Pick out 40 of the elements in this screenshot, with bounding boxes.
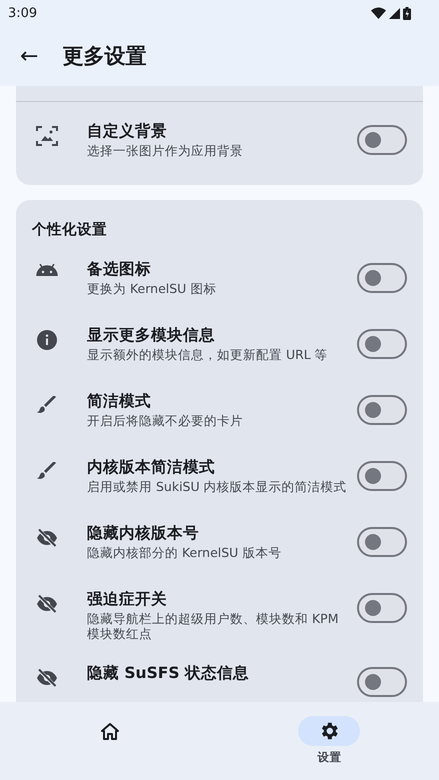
setting-title: 隐藏内核版本号 — [87, 523, 200, 544]
setting-title: 隐藏 SuSFS 状态信息 — [87, 663, 250, 684]
setting-title: 显示更多模块信息 — [87, 325, 216, 346]
toggle-switch[interactable] — [357, 125, 407, 155]
toggle-switch[interactable] — [357, 527, 407, 557]
setting-description: 选择一张图片作为应用背景 — [87, 143, 244, 158]
eye-off-icon — [36, 528, 58, 548]
toggle-switch[interactable] — [357, 667, 407, 697]
setting-description: 更换为 KernelSU 图标 — [87, 281, 218, 296]
toggle-switch[interactable] — [357, 395, 407, 425]
brush-icon — [37, 462, 57, 480]
setting-title: 简洁模式 — [87, 391, 152, 412]
toggle-switch[interactable] — [357, 461, 407, 491]
setting-title: 备选图标 — [87, 259, 152, 280]
page-title: 更多设置 — [62, 43, 146, 70]
toggle-switch[interactable] — [357, 263, 407, 293]
setting-description: 隐藏内核部分的 KernelSU 版本号 — [87, 545, 282, 560]
wifi-icon — [371, 7, 386, 19]
setting-description: 隐藏导航栏上的超级用户数、模块数和 KPM 模块数红点 — [87, 611, 340, 641]
toggle-switch[interactable] — [357, 329, 407, 359]
battery-icon — [403, 6, 411, 20]
status-time: 3:09 — [8, 6, 38, 20]
android-icon — [36, 264, 58, 276]
info-icon — [37, 330, 57, 350]
eye-off-icon — [36, 594, 58, 614]
setting-title: 强迫症开关 — [87, 589, 168, 610]
home-icon — [100, 722, 119, 740]
image-icon — [36, 126, 58, 146]
setting-title: 内核版本简洁模式 — [87, 457, 216, 478]
nav-item[interactable]: 设置 — [269, 716, 390, 765]
toggle-switch[interactable] — [357, 593, 407, 623]
back-button[interactable]: ← — [16, 44, 42, 68]
setting-description: 开启后将隐藏不必要的卡片 — [87, 413, 244, 428]
section-header: 个性化设置 — [30, 220, 108, 240]
setting-title: 自定义背景 — [87, 121, 168, 142]
signal-icon — [389, 8, 400, 18]
setting-description: 启用或禁用 SukiSU 内核版本显示的简洁模式 — [87, 479, 348, 494]
setting-description: 显示额外的模块信息，如更新配置 URL 等 — [87, 347, 329, 362]
eye-off-icon — [36, 668, 58, 688]
brush-icon — [37, 396, 57, 414]
